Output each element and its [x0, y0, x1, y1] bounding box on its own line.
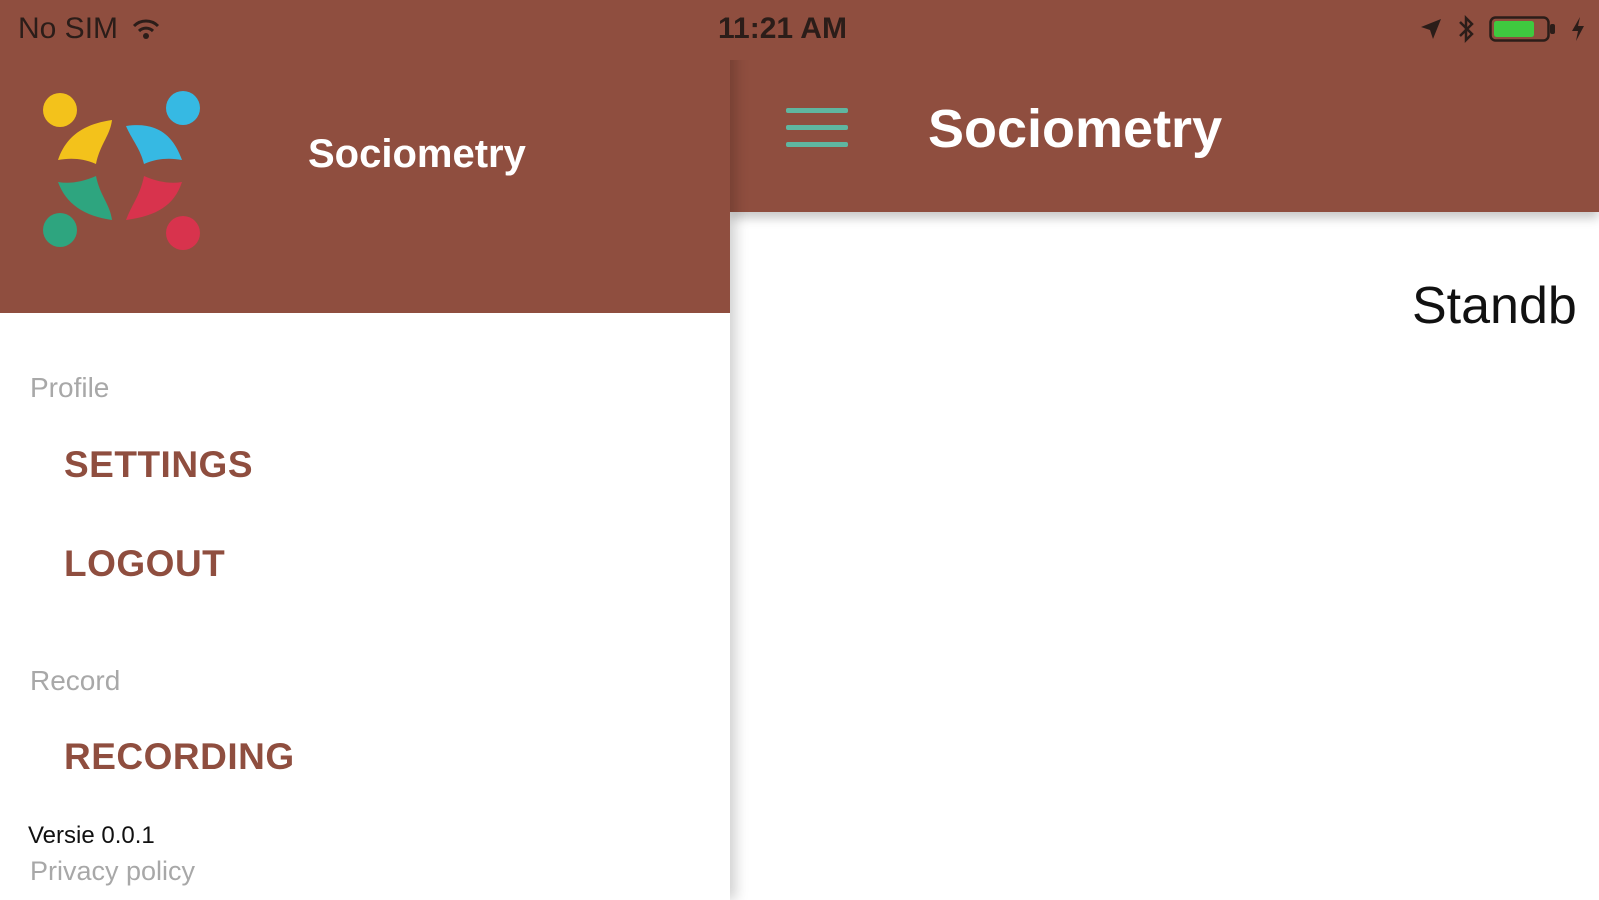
menu-item-recording[interactable]: RECORDING	[64, 736, 295, 778]
wifi-icon	[132, 19, 160, 39]
location-arrow-icon	[1421, 19, 1441, 39]
privacy-policy-link[interactable]: Privacy policy	[30, 856, 195, 887]
bluetooth-icon	[1459, 14, 1474, 44]
main-content: Sociometry Standb	[730, 0, 1599, 900]
section-label-record: Record	[30, 665, 121, 696]
status-bar: No SIM 11:21 AM	[0, 0, 1599, 60]
carrier-label: No SIM	[18, 12, 119, 45]
menu-item-settings[interactable]: SETTINGS	[64, 444, 253, 486]
hamburger-menu-icon[interactable]	[786, 108, 848, 148]
navigation-drawer: Sociometry Profile SETTINGS LOGOUT Recor…	[0, 0, 730, 900]
clock: 11:21 AM	[718, 12, 847, 45]
sociometry-logo-icon	[43, 91, 200, 250]
status-right	[1419, 14, 1585, 44]
menu-item-logout[interactable]: LOGOUT	[64, 543, 225, 585]
app-title: Sociometry	[928, 99, 1223, 159]
status-left: No SIM	[18, 12, 160, 46]
drawer-app-name: Sociometry	[308, 132, 526, 176]
section-label-profile: Profile	[30, 372, 110, 403]
standby-status-text: Standb	[1412, 277, 1577, 335]
app-screen: Sociometry Standb Sociometry Profile SET…	[0, 0, 1599, 900]
charging-bolt-icon	[1572, 17, 1584, 41]
version-label: Versie 0.0.1	[28, 822, 155, 849]
battery-icon	[1489, 16, 1555, 42]
